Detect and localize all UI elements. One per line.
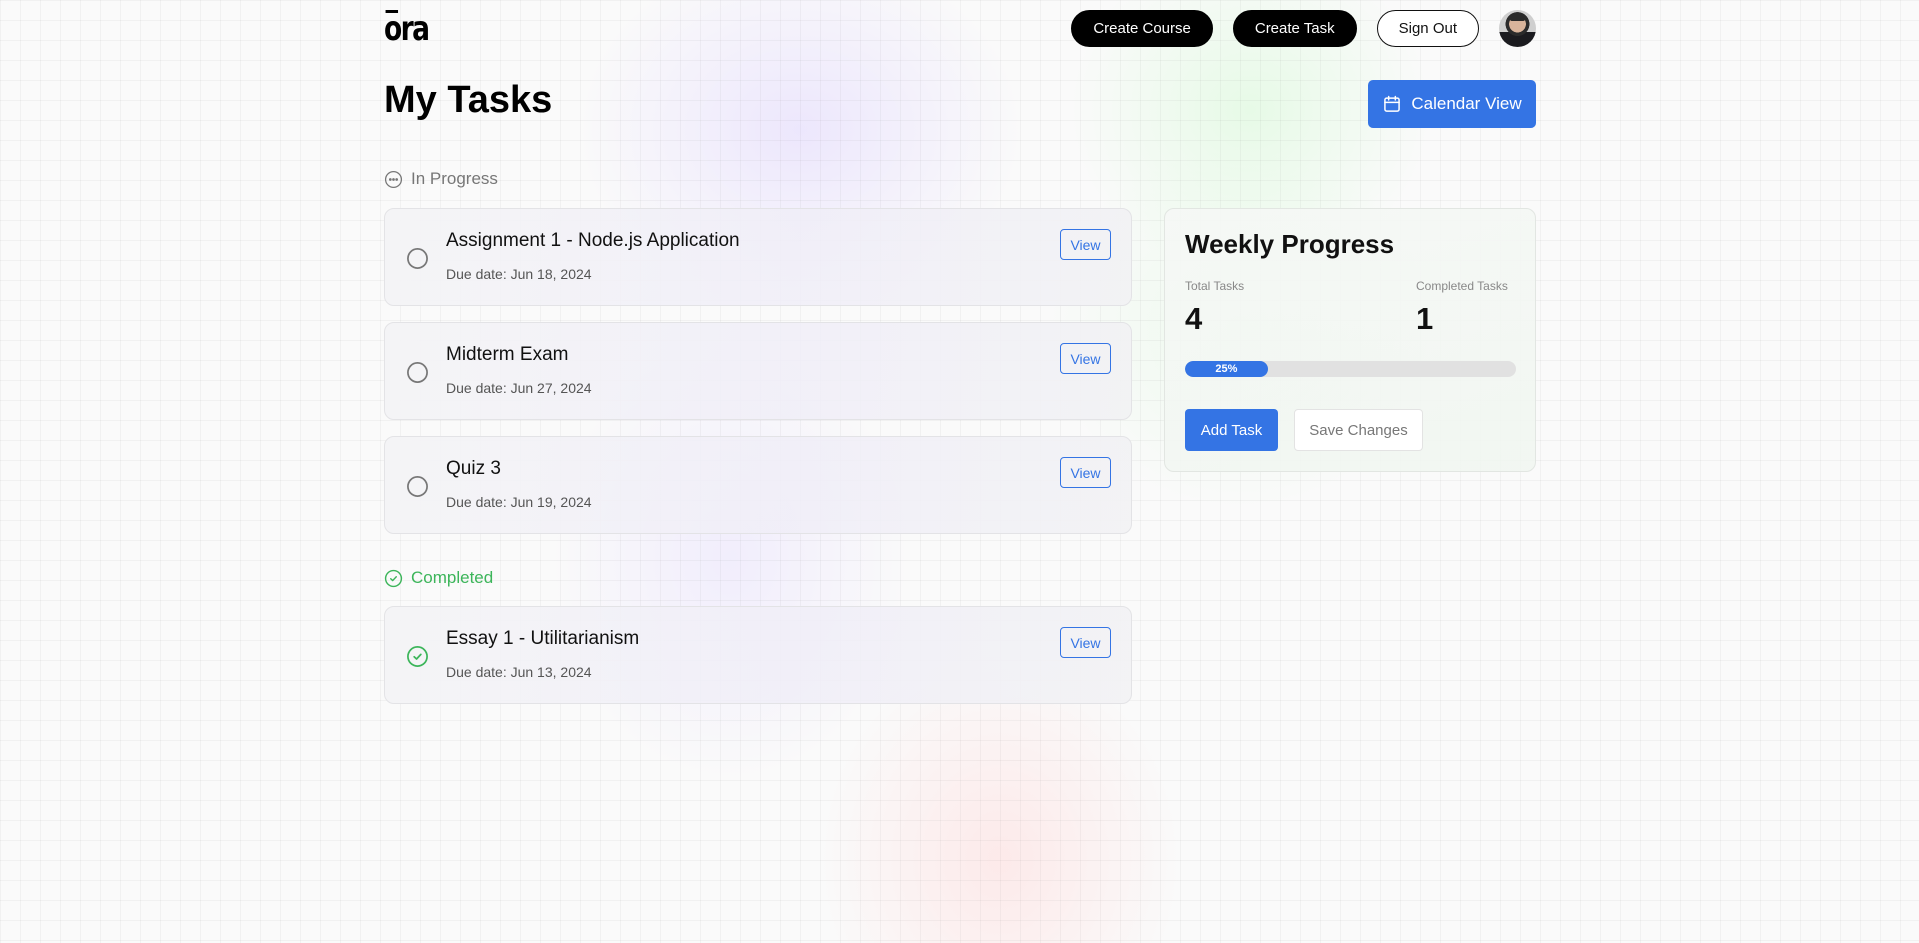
view-button[interactable]: View xyxy=(1060,229,1111,260)
task-card: Essay 1 - Utilitarianism Due date: Jun 1… xyxy=(384,606,1132,704)
section-completed-label: Completed xyxy=(384,568,493,588)
task-card: Midterm Exam Due date: Jun 27, 2024 View xyxy=(384,322,1132,420)
task-title: Assignment 1 - Node.js Application xyxy=(446,230,740,251)
calendar-view-label: Calendar View xyxy=(1411,94,1522,113)
sign-out-button[interactable]: Sign Out xyxy=(1376,10,1479,47)
task-card: Assignment 1 - Node.js Application Due d… xyxy=(384,208,1132,306)
view-button[interactable]: View xyxy=(1060,343,1111,374)
view-button[interactable]: View xyxy=(1060,457,1111,488)
create-task-button[interactable]: Create Task xyxy=(1232,10,1357,47)
task-title: Essay 1 - Utilitarianism xyxy=(446,628,640,649)
top-nav: ora Create Course Create Task Sign Out xyxy=(384,10,1536,50)
total-tasks-label: Total Tasks xyxy=(1185,279,1245,293)
task-card: Quiz 3 Due date: Jun 19, 2024 View xyxy=(384,436,1132,534)
section-title: Completed xyxy=(411,568,494,587)
ellipsis-circle-icon xyxy=(384,170,403,188)
page: ora Create Course Create Task Sign Out M… xyxy=(384,0,1536,943)
section-in-progress-label: In Progress xyxy=(384,169,498,189)
progress-bar-fill: 25% xyxy=(1185,361,1268,377)
weekly-progress-card: Weekly Progress Total Tasks 4 Completed … xyxy=(1164,208,1536,472)
calendar-icon xyxy=(1384,95,1401,112)
incomplete-circle-icon[interactable] xyxy=(406,361,429,384)
task-title: Quiz 3 xyxy=(446,458,501,479)
task-due-date: Due date: Jun 27, 2024 xyxy=(446,380,592,396)
incomplete-circle-icon[interactable] xyxy=(406,247,429,270)
view-button[interactable]: View xyxy=(1060,627,1111,658)
save-changes-button[interactable]: Save Changes xyxy=(1294,409,1423,451)
page-title: My Tasks xyxy=(384,79,553,121)
logo[interactable]: ora xyxy=(384,10,430,46)
check-circle-icon xyxy=(384,569,403,587)
section-title: In Progress xyxy=(411,169,498,188)
progress-bar: 25% xyxy=(1185,361,1516,377)
task-due-date: Due date: Jun 19, 2024 xyxy=(446,494,592,510)
weekly-progress-title: Weekly Progress xyxy=(1185,229,1395,259)
avatar[interactable] xyxy=(1499,10,1536,47)
completed-tasks-value: 1 xyxy=(1416,301,1434,336)
create-course-button[interactable]: Create Course xyxy=(1071,10,1213,47)
completed-tasks-label: Completed Tasks xyxy=(1416,279,1508,293)
task-due-date: Due date: Jun 13, 2024 xyxy=(446,664,592,680)
add-task-button[interactable]: Add Task xyxy=(1185,409,1278,451)
complete-check-icon[interactable] xyxy=(406,645,429,668)
calendar-view-button[interactable]: Calendar View xyxy=(1368,80,1536,128)
task-title: Midterm Exam xyxy=(446,344,569,365)
nav-actions: Create Course Create Task Sign Out xyxy=(1071,10,1536,47)
task-due-date: Due date: Jun 18, 2024 xyxy=(446,266,592,282)
incomplete-circle-icon[interactable] xyxy=(406,475,429,498)
total-tasks-value: 4 xyxy=(1185,301,1203,336)
